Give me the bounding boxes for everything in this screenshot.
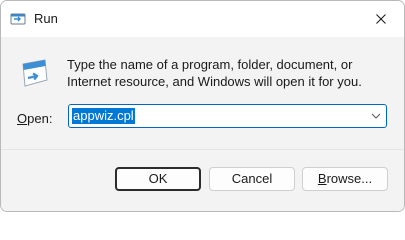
close-button[interactable] — [358, 1, 404, 37]
run-dialog: Run Type the name of a program, folder, … — [0, 0, 405, 212]
open-combobox[interactable]: appwiz.cpl — [68, 104, 387, 128]
run-program-icon — [22, 59, 48, 87]
browse-button[interactable]: Browse... — [302, 167, 388, 191]
title-bar: Run — [1, 1, 404, 37]
button-bar: OK Cancel Browse... — [1, 149, 404, 211]
open-input-value[interactable]: appwiz.cpl — [72, 108, 135, 124]
window-title: Run — [34, 11, 58, 26]
open-label-accel: O — [17, 111, 28, 126]
close-icon — [376, 14, 386, 24]
ok-button[interactable]: OK — [115, 167, 201, 191]
browse-label-rest: rowse... — [326, 171, 373, 186]
cancel-button[interactable]: Cancel — [209, 167, 295, 191]
open-label: Open: — [17, 110, 52, 127]
run-dialog-icon — [10, 13, 26, 25]
open-label-rest: pen: — [27, 111, 53, 126]
browse-accel: B — [317, 171, 327, 186]
dialog-content: Type the name of a program, folder, docu… — [1, 37, 404, 149]
chevron-down-icon[interactable] — [370, 110, 382, 122]
dialog-description: Type the name of a program, folder, docu… — [67, 57, 362, 89]
